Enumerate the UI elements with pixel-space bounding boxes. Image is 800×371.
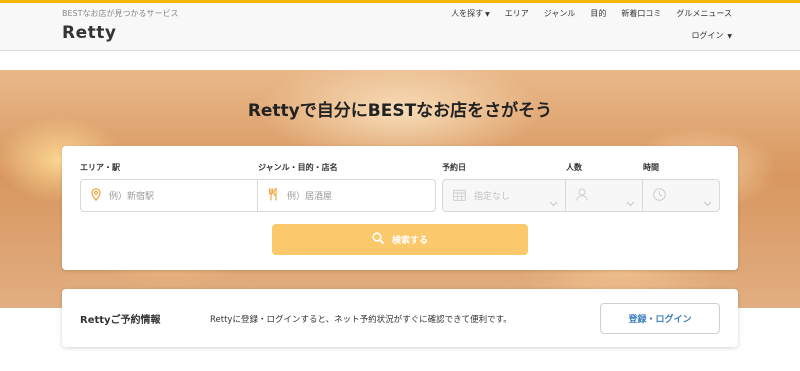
- caret-down-icon: ▼: [725, 33, 732, 40]
- retty-logo[interactable]: Retty: [62, 23, 116, 43]
- area-label: エリア・駅: [80, 163, 120, 172]
- login-label: ログイン: [691, 31, 724, 40]
- chevron-down-icon: [703, 192, 712, 211]
- date-value: 指定なし: [474, 192, 511, 202]
- global-nav: 人を探す ▼ エリア ジャンル 目的 新着口コミ グルメニュース: [451, 8, 732, 19]
- tagline: BESTなお店が見つかるサービス: [62, 9, 179, 18]
- genre-placeholder: 例）居酒屋: [287, 192, 333, 202]
- nav-people-search-label: 人を探す: [451, 9, 484, 18]
- reservation-description: Rettyに登録・ログインすると、ネット予約状況がすぐに確認できて便利です。: [210, 315, 512, 325]
- area-placeholder: 例）新宿駅: [109, 192, 155, 202]
- calendar-icon: [453, 186, 466, 205]
- chevron-down-icon: [626, 192, 635, 211]
- search-button-label: 検索する: [391, 236, 428, 246]
- person-icon: [576, 186, 588, 205]
- caret-down-icon: ▼: [485, 11, 490, 18]
- chevron-down-icon: [549, 192, 558, 211]
- time-select[interactable]: [643, 179, 720, 212]
- time-label: 時間: [643, 163, 659, 172]
- hero-title: Rettyで自分にBESTなお店をさがそう: [247, 101, 553, 121]
- search-button[interactable]: 検索する: [272, 224, 528, 255]
- people-select[interactable]: [566, 179, 643, 212]
- search-card: エリア・駅 ジャンル・目的・店名 予約日 人数 時間 例）新宿駅 例）居酒屋 指…: [62, 146, 738, 270]
- nav-gourmet-news[interactable]: グルメニュース: [676, 8, 732, 19]
- site-header: BESTなお店が見つかるサービス Retty 人を探す ▼ エリア ジャンル 目的…: [0, 3, 800, 51]
- date-select[interactable]: 指定なし: [442, 179, 566, 212]
- date-label: 予約日: [442, 163, 466, 172]
- nav-new-reviews[interactable]: 新着口コミ: [621, 8, 661, 19]
- people-label: 人数: [566, 163, 582, 172]
- nav-area[interactable]: エリア: [505, 8, 529, 19]
- genre-input[interactable]: 例）居酒屋: [258, 179, 436, 212]
- login-menu[interactable]: ログイン ▼: [691, 30, 732, 41]
- register-login-button[interactable]: 登録・ログイン: [600, 303, 720, 334]
- search-icon: [372, 232, 384, 247]
- location-pin-icon: [91, 186, 101, 205]
- nav-purpose[interactable]: 目的: [590, 8, 606, 19]
- genre-label: ジャンル・目的・店名: [258, 163, 338, 172]
- nav-people-search[interactable]: 人を探す ▼: [451, 8, 490, 19]
- area-input[interactable]: 例）新宿駅: [80, 179, 258, 212]
- clock-icon: [653, 186, 666, 205]
- reservation-title: Rettyご予約情報: [80, 315, 161, 326]
- reservation-card: Rettyご予約情報 Rettyに登録・ログインすると、ネット予約状況がすぐに確…: [62, 289, 738, 347]
- nav-genre[interactable]: ジャンル: [544, 8, 576, 19]
- fork-knife-icon: [268, 186, 279, 205]
